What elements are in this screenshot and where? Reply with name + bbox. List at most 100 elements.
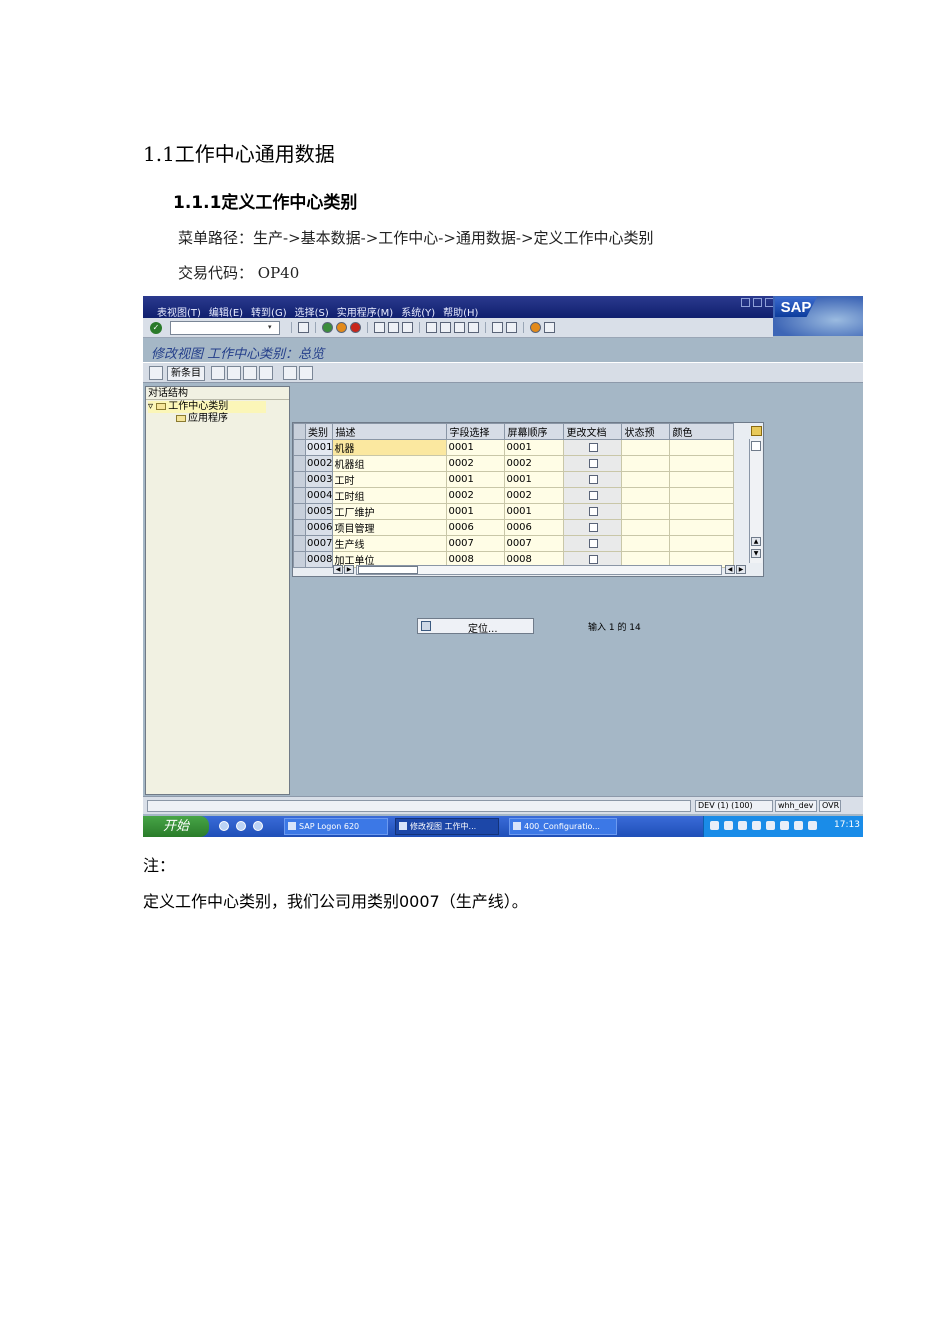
menu-system[interactable]: 系统(Y)	[401, 304, 435, 319]
quicklaunch-icon[interactable]	[253, 821, 263, 831]
scroll-thumb[interactable]	[751, 441, 761, 451]
scroll-left-icon[interactable]: ◀	[725, 565, 735, 574]
description-cell[interactable]: 工厂维护	[332, 503, 448, 520]
tray-icon[interactable]	[738, 821, 747, 830]
status-profile-cell[interactable]	[621, 439, 671, 456]
menu-goto[interactable]: 转到(G)	[251, 304, 287, 319]
change-docs-checkbox[interactable]	[588, 554, 598, 564]
tree-node-application[interactable]: 应用程序	[176, 413, 228, 425]
select-all-rows-cell[interactable]	[293, 423, 306, 440]
column-header-description[interactable]: 描述	[332, 423, 448, 440]
expand-icon[interactable]: ▿	[148, 401, 156, 412]
tree-node-work-center-category[interactable]: ▿ 工作中心类别	[148, 401, 266, 413]
previous-page-icon[interactable]	[440, 322, 451, 333]
scroll-left-icon[interactable]: ◀	[333, 565, 343, 574]
system-info[interactable]: DEV (1) (100)	[695, 800, 773, 812]
screen-sequence-cell[interactable]: 0001	[504, 439, 565, 456]
scroll-right-icon[interactable]: ▶	[736, 565, 746, 574]
screen-sequence-cell[interactable]: 0002	[504, 455, 565, 472]
taskbar-sap-session[interactable]: 修改视图 工作中...	[395, 818, 499, 835]
select-block-icon[interactable]	[283, 366, 297, 380]
row-selector[interactable]	[293, 471, 306, 488]
taskbar-sap-logon[interactable]: SAP Logon 620	[284, 818, 388, 835]
back-icon[interactable]	[322, 322, 333, 333]
change-docs-checkbox[interactable]	[588, 506, 598, 516]
color-cell[interactable]	[669, 503, 735, 520]
field-selection-cell[interactable]: 0006	[446, 519, 506, 536]
row-selector[interactable]	[293, 439, 306, 456]
row-selector[interactable]	[293, 551, 306, 568]
row-selector[interactable]	[293, 455, 306, 472]
column-header-category[interactable]: 类别	[304, 423, 334, 440]
layout-menu-icon[interactable]	[544, 322, 555, 333]
screen-sequence-cell[interactable]: 0002	[504, 487, 565, 504]
position-button[interactable]: 定位...	[417, 618, 534, 635]
tray-icon[interactable]	[710, 821, 719, 830]
save-icon[interactable]	[298, 322, 309, 333]
status-profile-cell[interactable]	[621, 503, 671, 520]
tray-icon[interactable]	[766, 821, 775, 830]
last-page-icon[interactable]	[468, 322, 479, 333]
color-cell[interactable]	[669, 471, 735, 488]
undo-icon[interactable]	[243, 366, 257, 380]
color-cell[interactable]	[669, 519, 735, 536]
shortcut-icon[interactable]	[506, 322, 517, 333]
scroll-up-icon[interactable]: ▲	[751, 537, 761, 546]
maximize-icon[interactable]	[753, 298, 762, 307]
row-selector[interactable]	[293, 535, 306, 552]
horizontal-scrollbar[interactable]	[356, 565, 722, 575]
tray-icon[interactable]	[780, 821, 789, 830]
tray-icon[interactable]	[808, 821, 817, 830]
status-profile-cell[interactable]	[621, 535, 671, 552]
new-entries-button[interactable]: 新条目	[167, 366, 205, 381]
description-cell[interactable]: 机器	[332, 439, 448, 456]
find-next-icon[interactable]	[402, 322, 413, 333]
menu-edit[interactable]: 编辑(E)	[209, 304, 243, 319]
field-selection-cell[interactable]: 0002	[446, 455, 506, 472]
change-docs-checkbox[interactable]	[588, 490, 598, 500]
field-selection-cell[interactable]: 0001	[446, 503, 506, 520]
change-docs-checkbox[interactable]	[588, 458, 598, 468]
deselect-all-icon[interactable]	[299, 366, 313, 380]
menu-utilities[interactable]: 实用程序(M)	[337, 304, 393, 319]
field-selection-cell[interactable]: 0007	[446, 535, 506, 552]
scroll-right-icon[interactable]: ▶	[344, 565, 354, 574]
display-change-icon[interactable]	[149, 366, 163, 380]
scroll-down-icon[interactable]: ▼	[751, 549, 761, 558]
row-selector[interactable]	[293, 487, 306, 504]
field-selection-cell[interactable]: 0002	[446, 487, 506, 504]
description-cell[interactable]: 工时组	[332, 487, 448, 504]
change-docs-checkbox[interactable]	[588, 442, 598, 452]
next-page-icon[interactable]	[454, 322, 465, 333]
screen-sequence-cell[interactable]: 0006	[504, 519, 565, 536]
command-field[interactable]	[170, 321, 280, 335]
cancel-icon[interactable]	[350, 322, 361, 333]
description-cell[interactable]: 机器组	[332, 455, 448, 472]
tray-icon[interactable]	[724, 821, 733, 830]
new-session-icon[interactable]	[492, 322, 503, 333]
column-header-field-selection[interactable]: 字段选择	[446, 423, 506, 440]
color-cell[interactable]	[669, 439, 735, 456]
start-button[interactable]: 开始	[143, 816, 209, 837]
menu-help[interactable]: 帮助(H)	[443, 304, 478, 319]
enter-icon[interactable]: ✓	[150, 322, 162, 334]
vertical-scrollbar[interactable]: ▲ ▼	[749, 439, 762, 563]
first-page-icon[interactable]	[426, 322, 437, 333]
color-cell[interactable]	[669, 455, 735, 472]
row-selector[interactable]	[293, 519, 306, 536]
field-selection-cell[interactable]: 0001	[446, 471, 506, 488]
color-cell[interactable]	[669, 535, 735, 552]
description-cell[interactable]: 项目管理	[332, 519, 448, 536]
select-all-icon[interactable]	[259, 366, 273, 380]
taskbar-document[interactable]: 400_Configuratio...	[509, 818, 617, 835]
menu-table-view[interactable]: 表视图(T)	[157, 304, 201, 319]
quicklaunch-icon[interactable]	[219, 821, 229, 831]
screen-sequence-cell[interactable]: 0007	[504, 535, 565, 552]
change-docs-checkbox[interactable]	[588, 522, 598, 532]
status-profile-cell[interactable]	[621, 455, 671, 472]
change-docs-checkbox[interactable]	[588, 538, 598, 548]
tray-icon[interactable]	[794, 821, 803, 830]
minimize-icon[interactable]	[741, 298, 750, 307]
column-header-change-docs[interactable]: 更改文档	[563, 423, 623, 440]
column-header-screen-sequence[interactable]: 屏幕顺序	[504, 423, 565, 440]
